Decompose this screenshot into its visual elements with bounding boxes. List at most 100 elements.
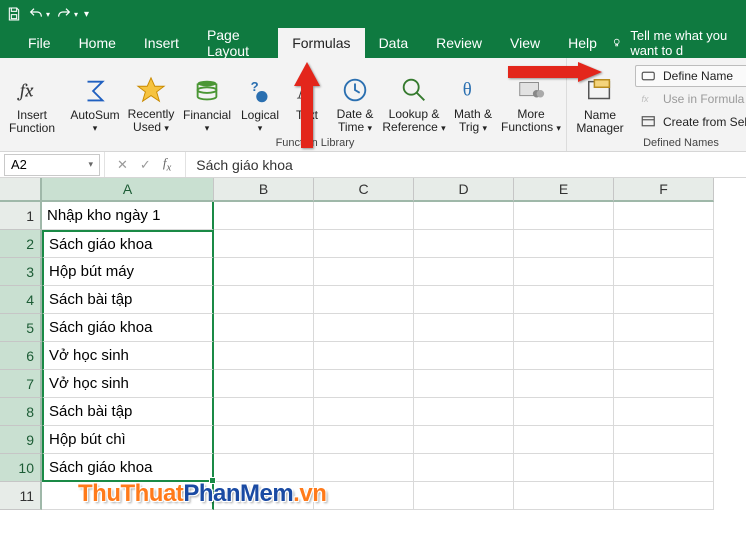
cell[interactable] [614, 370, 714, 398]
col-header-b[interactable]: B [214, 178, 314, 202]
row-header[interactable]: 4 [0, 286, 42, 314]
tab-page-layout[interactable]: Page Layout [193, 28, 278, 58]
row-header[interactable]: 5 [0, 314, 42, 342]
financial-button[interactable]: Financial▾ [180, 67, 234, 135]
cell[interactable] [414, 342, 514, 370]
cell[interactable] [514, 230, 614, 258]
define-name-button[interactable]: Define Name ▾ [635, 65, 746, 87]
cell[interactable] [514, 342, 614, 370]
cell[interactable] [614, 426, 714, 454]
tab-data[interactable]: Data [365, 28, 423, 58]
cell[interactable] [414, 398, 514, 426]
cell[interactable] [514, 286, 614, 314]
select-all-button[interactable] [0, 178, 42, 202]
cell[interactable] [614, 454, 714, 482]
cell[interactable] [614, 398, 714, 426]
cell[interactable] [214, 258, 314, 286]
cell[interactable]: Sách giáo khoa [42, 454, 214, 482]
cell[interactable]: Sách giáo khoa [42, 314, 214, 342]
tab-view[interactable]: View [496, 28, 554, 58]
cell[interactable] [214, 454, 314, 482]
row-header[interactable]: 11 [0, 482, 42, 510]
tab-help[interactable]: Help [554, 28, 611, 58]
cell[interactable] [514, 202, 614, 230]
cell[interactable] [414, 482, 514, 510]
col-header-f[interactable]: F [614, 178, 714, 202]
cell[interactable] [314, 454, 414, 482]
cell[interactable] [514, 370, 614, 398]
cell[interactable] [214, 370, 314, 398]
tab-review[interactable]: Review [422, 28, 496, 58]
cell[interactable]: Hộp bút máy [42, 258, 214, 286]
cell[interactable] [414, 230, 514, 258]
col-header-a[interactable]: A [42, 178, 214, 202]
lookup-reference-button[interactable]: Lookup & Reference ▾ [382, 67, 446, 135]
cell[interactable] [214, 230, 314, 258]
cell[interactable] [214, 426, 314, 454]
logical-button[interactable]: ? Logical▾ [236, 67, 284, 135]
cell[interactable] [314, 370, 414, 398]
qat-customize[interactable]: ▾ [84, 9, 89, 20]
cell[interactable] [614, 482, 714, 510]
redo-button[interactable]: ▾ [56, 6, 78, 22]
cell[interactable] [314, 202, 414, 230]
cell[interactable]: Vở học sinh [42, 342, 214, 370]
formula-input[interactable]: Sách giáo khoa [186, 157, 303, 173]
row-header[interactable]: 6 [0, 342, 42, 370]
row-header[interactable]: 2 [0, 230, 42, 258]
date-time-button[interactable]: Date & Time ▾ [330, 67, 380, 135]
cell[interactable] [314, 258, 414, 286]
cell[interactable] [314, 286, 414, 314]
insert-function-button[interactable]: fx Insert Function [4, 67, 60, 135]
tell-me-search[interactable]: Tell me what you want to d [630, 28, 740, 58]
cell[interactable] [514, 398, 614, 426]
cell[interactable] [414, 370, 514, 398]
cell[interactable] [514, 258, 614, 286]
tab-home[interactable]: Home [65, 28, 130, 58]
cell[interactable] [214, 342, 314, 370]
cell[interactable]: Sách bài tập [42, 398, 214, 426]
cell[interactable] [514, 314, 614, 342]
cell[interactable] [314, 230, 414, 258]
cell[interactable] [314, 426, 414, 454]
create-from-selection-button[interactable]: Create from Selection [635, 111, 746, 133]
cell[interactable] [614, 286, 714, 314]
cell[interactable] [414, 286, 514, 314]
cell[interactable] [414, 258, 514, 286]
name-box[interactable]: A2 ▾ [4, 154, 100, 176]
cell[interactable] [314, 482, 414, 510]
chevron-down-icon[interactable]: ▾ [88, 159, 93, 170]
cell[interactable] [414, 314, 514, 342]
col-header-c[interactable]: C [314, 178, 414, 202]
row-header[interactable]: 3 [0, 258, 42, 286]
row-header[interactable]: 8 [0, 398, 42, 426]
cell[interactable] [614, 230, 714, 258]
cell[interactable] [614, 342, 714, 370]
row-header[interactable]: 7 [0, 370, 42, 398]
cell[interactable] [614, 258, 714, 286]
row-header[interactable]: 1 [0, 202, 42, 230]
cell[interactable]: Sách giáo khoa [42, 230, 214, 258]
cell[interactable] [614, 314, 714, 342]
fx-icon[interactable]: fx [163, 155, 171, 174]
row-header[interactable]: 9 [0, 426, 42, 454]
worksheet-grid[interactable]: 1Nhập kho ngày 1 2Sách giáo khoa 3Hộp bú… [0, 202, 746, 510]
save-button[interactable] [6, 6, 22, 22]
recently-used-button[interactable]: Recently Used ▾ [124, 67, 178, 135]
cell[interactable]: Nhập kho ngày 1 [42, 202, 214, 230]
tab-file[interactable]: File [14, 28, 65, 58]
cell[interactable] [514, 426, 614, 454]
tab-insert[interactable]: Insert [130, 28, 193, 58]
cell[interactable] [514, 454, 614, 482]
autosum-button[interactable]: AutoSum▾ [68, 67, 122, 135]
cell[interactable] [214, 314, 314, 342]
col-header-d[interactable]: D [414, 178, 514, 202]
cell[interactable]: Sách bài tập [42, 286, 214, 314]
cell[interactable] [214, 202, 314, 230]
cell[interactable] [214, 398, 314, 426]
cell[interactable] [514, 482, 614, 510]
cell[interactable] [414, 426, 514, 454]
col-header-e[interactable]: E [514, 178, 614, 202]
cell[interactable] [314, 314, 414, 342]
cell[interactable] [214, 286, 314, 314]
